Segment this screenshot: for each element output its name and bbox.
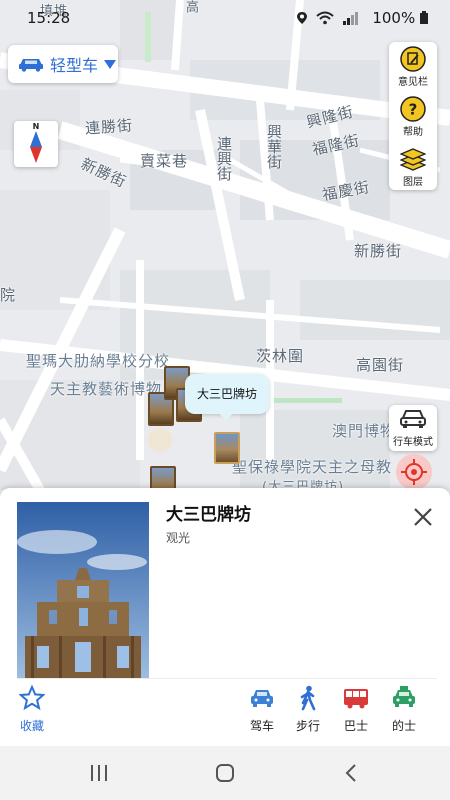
drive-mode-label: 行车模式	[393, 437, 433, 448]
street-label: 茨林圍	[256, 347, 305, 365]
compass-button[interactable]: N	[14, 121, 58, 167]
home-button[interactable]	[210, 760, 240, 786]
star-icon	[19, 685, 45, 711]
location-icon	[297, 12, 307, 24]
drive-label: 驾车	[249, 719, 274, 733]
poi-label: 天主教藝術博物	[50, 380, 163, 398]
close-icon	[414, 508, 432, 526]
recent-apps-button[interactable]	[84, 760, 114, 786]
taxi-icon	[393, 686, 415, 707]
car-icon	[251, 690, 273, 707]
car-icon	[19, 59, 43, 72]
help-icon: ?	[400, 96, 426, 122]
feedback-edit-icon	[400, 46, 426, 72]
recent-apps-icon	[91, 765, 107, 781]
car-outline-icon	[400, 410, 426, 428]
battery-percent: 100%	[372, 9, 416, 27]
battery-indicator: 100%	[372, 9, 428, 27]
walking-person-icon	[300, 685, 316, 711]
help-button[interactable]: ? 帮助	[389, 92, 437, 140]
back-button[interactable]	[336, 760, 366, 786]
signal-icon	[343, 12, 358, 25]
street-label: 興華街	[265, 124, 283, 169]
layers-icon	[400, 148, 426, 171]
favorite-label: 收藏	[19, 719, 44, 733]
locate-me-button[interactable]	[394, 452, 434, 490]
place-callout[interactable]: 大三巴牌坊	[185, 374, 269, 421]
battery-icon	[420, 11, 428, 24]
dropdown-triangle-icon	[104, 60, 117, 69]
close-button[interactable]	[410, 504, 436, 530]
favorite-button[interactable]: 收藏	[12, 685, 52, 734]
photo-marker[interactable]	[150, 466, 176, 490]
feedback-label: 意见栏	[398, 77, 428, 88]
drive-button[interactable]: 驾车	[242, 685, 282, 734]
street-label: 院	[0, 286, 17, 304]
crosshair-icon	[396, 454, 432, 490]
street-label: 連興街	[215, 136, 233, 181]
street-label: 新勝街	[354, 242, 403, 260]
help-label: 帮助	[403, 127, 423, 138]
ruins-of-st-paul-photo	[17, 502, 149, 678]
compass-needle-icon	[30, 131, 42, 163]
layers-button[interactable]: 图层	[389, 142, 437, 190]
poi-label: 聖保祿學院天主之母教	[232, 458, 393, 476]
taxi-label: 的士	[391, 719, 416, 733]
place-photo[interactable]	[17, 502, 149, 678]
feedback-button[interactable]: 意见栏	[389, 42, 437, 90]
layers-label: 图层	[403, 177, 423, 188]
place-title: 大三巴牌坊	[166, 505, 251, 525]
back-chevron-icon	[345, 764, 356, 782]
place-category: 观光	[166, 531, 191, 545]
bus-label: 巴士	[343, 719, 368, 733]
wifi-icon	[316, 11, 334, 25]
walk-button[interactable]: 步行	[288, 685, 328, 734]
vehicle-type-selector[interactable]: 轻型车	[8, 45, 118, 83]
home-icon	[216, 764, 234, 782]
status-bar: 15:28 100%	[0, 0, 450, 34]
vehicle-type-label: 轻型车	[50, 56, 99, 75]
drive-mode-button[interactable]: 行车模式	[389, 405, 437, 451]
walk-label: 步行	[295, 719, 320, 733]
map-tools-panel: 意见栏 ? 帮助 图层	[389, 42, 437, 190]
status-icons	[296, 11, 358, 25]
svg-text:?: ?	[409, 101, 418, 119]
place-details-sheet: 大三巴牌坊 观光 收藏 驾车 步行 巴士 的士	[0, 488, 450, 746]
bus-icon	[344, 689, 368, 709]
system-navigation-bar	[0, 746, 450, 800]
poi-label: 聖瑪大肋納學校分校	[26, 352, 171, 370]
bus-button[interactable]: 巴士	[336, 685, 376, 734]
street-label: 連勝街	[84, 116, 134, 138]
street-label: 高園街	[356, 356, 405, 374]
selected-place-marker[interactable]	[214, 432, 240, 464]
taxi-button[interactable]: 的士	[384, 685, 424, 734]
divider	[17, 678, 437, 679]
status-time: 15:28	[27, 9, 71, 27]
street-label: 賣菜巷	[140, 152, 189, 170]
poi-label: 澳門博物	[332, 422, 397, 440]
